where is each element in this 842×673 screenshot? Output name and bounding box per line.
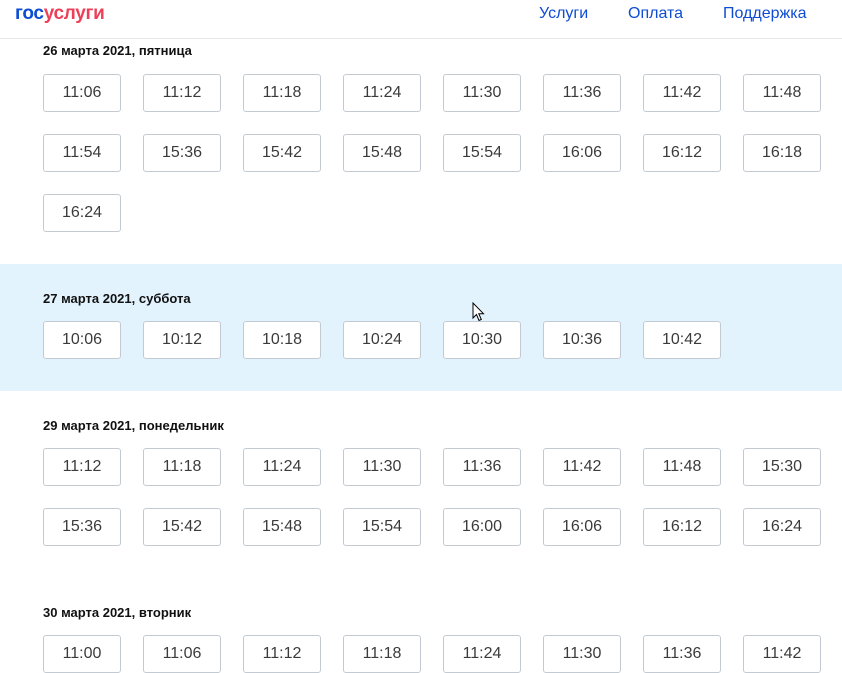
day-section: 27 марта 2021, суббота 10:06 10:12 10:18 10:…	[0, 264, 842, 391]
day-date-heading: 26 марта 2021, пятница	[43, 43, 192, 58]
time-slot-button[interactable]: 11:18	[143, 448, 221, 486]
time-slot-button[interactable]: 11:12	[243, 635, 321, 673]
time-slot-button[interactable]: 11:06	[43, 74, 121, 112]
time-slot-button[interactable]: 11:30	[443, 74, 521, 112]
time-slot-button[interactable]: 11:36	[443, 448, 521, 486]
day-date-heading: 30 марта 2021, вторник	[43, 605, 192, 620]
time-slot-button[interactable]: 11:36	[643, 635, 721, 673]
time-slot-button[interactable]: 10:42	[643, 321, 721, 359]
time-slot-button[interactable]: 11:00	[43, 635, 121, 673]
time-slot-button[interactable]: 10:12	[143, 321, 221, 359]
time-slot-button[interactable]: 16:06	[543, 134, 621, 172]
time-slot-button[interactable]: 10:06	[43, 321, 121, 359]
time-slot-button[interactable]: 15:42	[243, 134, 321, 172]
day-section: 30 марта 2021, вторник 11:00 11:06 11:12 11:…	[0, 601, 842, 673]
time-slot-button[interactable]: 11:06	[143, 635, 221, 673]
time-slot-button[interactable]: 15:54	[443, 134, 521, 172]
time-slot-button[interactable]: 15:30	[743, 448, 821, 486]
site-header: госуслуги Услуги Оплата Поддержка	[0, 0, 842, 39]
time-slot-button[interactable]: 11:12	[143, 74, 221, 112]
time-slot-button[interactable]: 11:24	[343, 74, 421, 112]
time-slot-button[interactable]: 16:18	[743, 134, 821, 172]
time-slot-button[interactable]: 15:42	[143, 508, 221, 546]
time-slot-button[interactable]: 15:48	[343, 134, 421, 172]
time-slot-button[interactable]: 11:42	[743, 635, 821, 673]
time-slot-button[interactable]: 16:00	[443, 508, 521, 546]
day-date-heading: 29 марта 2021, понедельник	[43, 418, 224, 433]
nav-link-support[interactable]: Поддержка	[723, 5, 806, 23]
time-slot-button[interactable]: 11:12	[43, 448, 121, 486]
time-slot-button[interactable]: 16:12	[643, 508, 721, 546]
time-slot-button[interactable]: 11:54	[43, 134, 121, 172]
time-slot-button[interactable]: 15:36	[143, 134, 221, 172]
day-date-heading: 27 марта 2021, суббота	[43, 291, 191, 306]
time-slot-button[interactable]: 11:42	[543, 448, 621, 486]
time-slot-button[interactable]: 11:18	[243, 74, 321, 112]
time-slot-button[interactable]: 11:36	[543, 74, 621, 112]
nav-link-services[interactable]: Услуги	[539, 5, 588, 23]
time-slot-button[interactable]: 11:30	[543, 635, 621, 673]
time-slot-button[interactable]: 15:36	[43, 508, 121, 546]
time-slot-button[interactable]: 16:24	[743, 508, 821, 546]
time-slot-button[interactable]: 11:24	[243, 448, 321, 486]
time-slot-button[interactable]: 10:18	[243, 321, 321, 359]
nav-link-payment[interactable]: Оплата	[628, 5, 683, 23]
day-section: 26 марта 2021, пятница 11:06 11:12 11:18 11:…	[0, 38, 842, 264]
time-slot-button[interactable]: 16:24	[43, 194, 121, 232]
time-slot-button[interactable]: 11:18	[343, 635, 421, 673]
time-slot-button[interactable]: 15:54	[343, 508, 421, 546]
time-slot-button[interactable]: 10:36	[543, 321, 621, 359]
time-slot-button[interactable]: 15:48	[243, 508, 321, 546]
time-slot-button[interactable]: 16:12	[643, 134, 721, 172]
time-slot-button[interactable]: 11:24	[443, 635, 521, 673]
logo-part-uslugi: услуги	[43, 3, 105, 24]
time-slot-button[interactable]: 11:48	[643, 448, 721, 486]
mouse-pointer-icon	[472, 302, 485, 322]
time-slot-button[interactable]: 11:42	[643, 74, 721, 112]
time-slot-button[interactable]: 11:30	[343, 448, 421, 486]
logo-part-gos: гос	[15, 3, 44, 24]
time-slot-button[interactable]: 10:24	[343, 321, 421, 359]
time-slot-button[interactable]: 16:06	[543, 508, 621, 546]
time-slot-button[interactable]: 11:48	[743, 74, 821, 112]
day-section: 29 марта 2021, понедельник 11:12 11:18 11:2…	[0, 391, 842, 601]
time-slot-button[interactable]: 10:30	[443, 321, 521, 359]
gosuslugi-logo[interactable]: госуслуги	[15, 3, 105, 25]
